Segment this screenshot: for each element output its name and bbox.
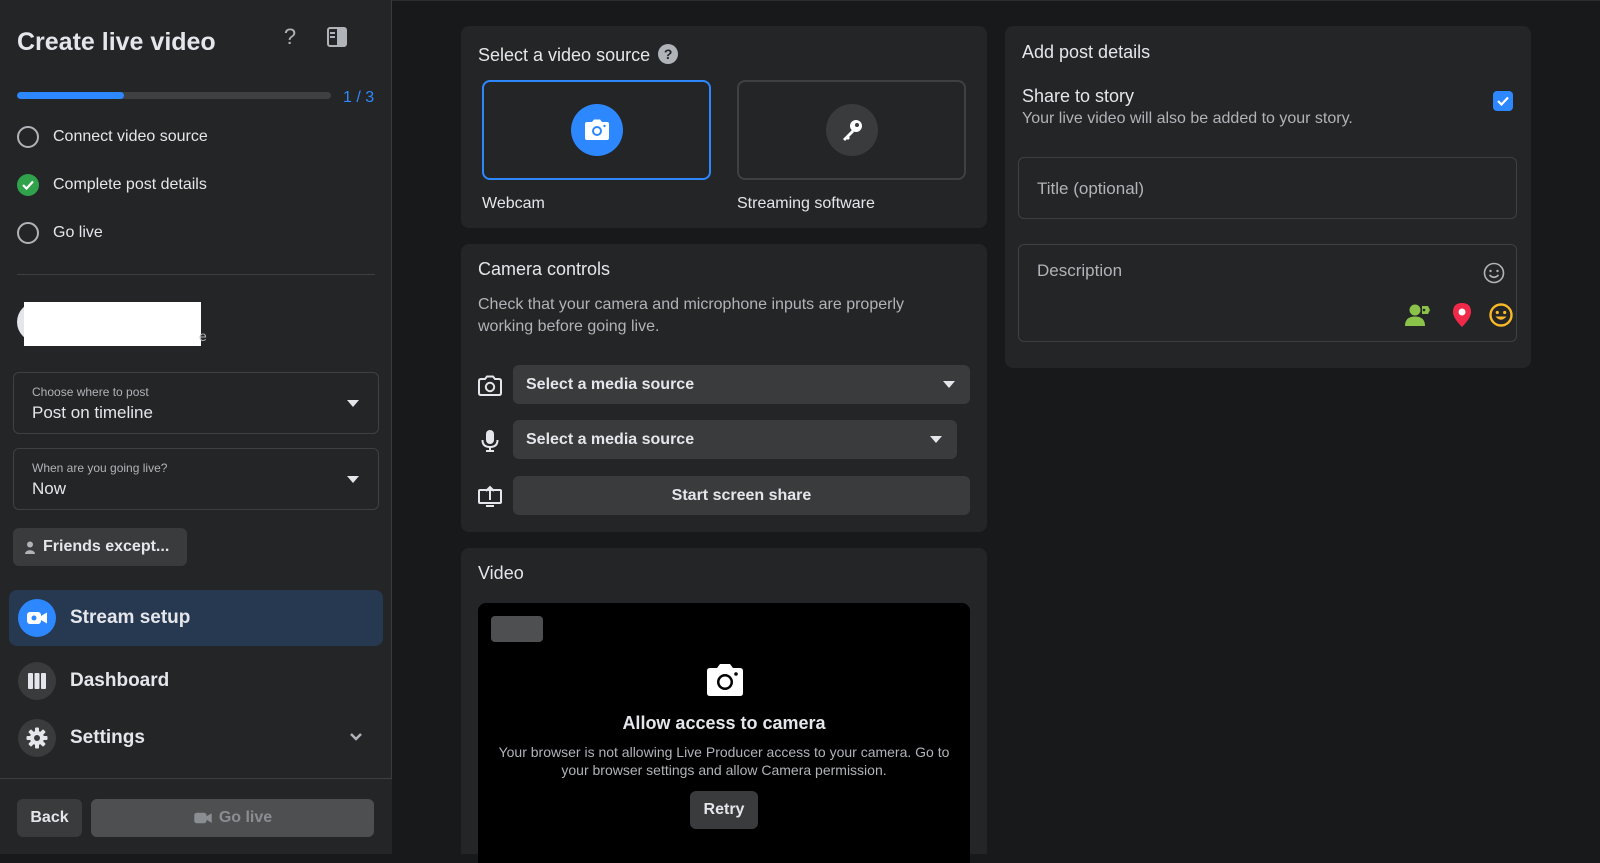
- dropdown-caret-icon: [347, 400, 359, 407]
- camera-icon: [478, 375, 502, 396]
- video-status-tag: [491, 616, 543, 642]
- title-input[interactable]: Title (optional): [1018, 157, 1517, 219]
- gear-icon: [18, 719, 56, 757]
- audience-label: Friends except...: [43, 538, 170, 555]
- camera-icon: [570, 104, 623, 156]
- progress-label: 1 / 3: [343, 89, 375, 106]
- nav-label: Settings: [70, 727, 145, 748]
- dropdown-caret-icon: [347, 476, 359, 483]
- go-live-time-select[interactable]: When are you going live? Now: [13, 448, 379, 510]
- chevron-down-icon[interactable]: [349, 732, 363, 742]
- description-input[interactable]: Description: [1018, 244, 1517, 342]
- streaming-software-option[interactable]: [737, 80, 966, 180]
- camera-controls-card: Camera controls Check that your camera a…: [461, 244, 987, 532]
- video-title: Video: [478, 563, 524, 583]
- profile-text-fragment: e: [199, 328, 207, 344]
- post-details-title: Add post details: [1022, 42, 1151, 62]
- post-details-card: Add post details Share to story Your liv…: [1005, 26, 1531, 368]
- webcam-label: Webcam: [482, 195, 545, 212]
- dropdown-caret-icon: [930, 436, 942, 443]
- select-value: Post on timeline: [32, 403, 153, 422]
- step-incomplete-icon: [17, 222, 39, 244]
- camera-access-heading: Allow access to camera: [622, 713, 826, 733]
- step-connect-video-source[interactable]: Connect video source: [17, 126, 208, 148]
- step-go-live[interactable]: Go live: [17, 222, 103, 244]
- sidebar: Create live video ? 1 / 3 Connect video …: [0, 0, 392, 854]
- feeling-activity-icon[interactable]: [1489, 303, 1513, 327]
- divider: [17, 274, 375, 275]
- video-source-title: Select a video source: [478, 45, 651, 65]
- nav-stream-setup[interactable]: Stream setup: [9, 590, 383, 646]
- emoji-icon[interactable]: [1483, 262, 1505, 284]
- select-value: Select a media source: [526, 430, 695, 448]
- go-live-label: Go live: [218, 809, 273, 826]
- screen-share-icon: [478, 485, 502, 507]
- key-icon: [825, 104, 878, 156]
- step-label: Complete post details: [53, 176, 207, 193]
- select-value: Select a media source: [526, 375, 695, 393]
- nav-settings[interactable]: Settings: [9, 710, 383, 766]
- step-complete-post-details[interactable]: Complete post details: [17, 174, 207, 196]
- video-source-card: Select a video source? Webcam Streaming …: [461, 26, 987, 228]
- camera-icon: [707, 664, 743, 696]
- webcam-option[interactable]: [482, 80, 711, 180]
- select-label: Choose where to post: [32, 385, 149, 399]
- microphone-icon: [481, 430, 499, 452]
- title-placeholder: Title (optional): [1037, 179, 1145, 198]
- go-live-button[interactable]: Go live: [91, 799, 374, 837]
- dropdown-caret-icon: [943, 381, 955, 388]
- tag-people-icon[interactable]: [1405, 303, 1431, 327]
- back-button[interactable]: Back: [17, 799, 82, 837]
- video-preview: Allow access to camera Your browser is n…: [478, 603, 970, 863]
- video-camera-icon: [18, 599, 56, 637]
- help-icon[interactable]: ?: [279, 24, 301, 50]
- step-label: Go live: [53, 224, 103, 241]
- post-destination-select[interactable]: Choose where to post Post on timeline: [13, 372, 379, 434]
- share-to-story-checkbox[interactable]: [1493, 91, 1513, 111]
- person-icon: [25, 541, 35, 554]
- share-to-story-title: Share to story: [1022, 86, 1135, 106]
- step-label: Connect video source: [53, 128, 208, 145]
- camera-controls-title: Camera controls: [478, 259, 611, 279]
- retry-button[interactable]: Retry: [690, 791, 758, 829]
- audience-button[interactable]: Friends except...: [13, 528, 187, 566]
- step-incomplete-icon: [17, 126, 39, 148]
- select-value: Now: [32, 479, 67, 498]
- nav-dashboard[interactable]: Dashboard: [9, 653, 383, 709]
- location-pin-icon[interactable]: [1452, 302, 1472, 328]
- card-title: Select a video source?: [478, 44, 679, 66]
- start-screen-share-button[interactable]: Start screen share: [513, 476, 970, 515]
- sidebar-footer: Back Go live: [0, 778, 392, 854]
- dashboard-icon: [18, 662, 56, 700]
- redacted-profile-name: [24, 302, 201, 346]
- help-icon[interactable]: ?: [658, 44, 679, 64]
- nav-label: Dashboard: [70, 670, 170, 691]
- select-label: When are you going live?: [32, 461, 168, 475]
- video-camera-icon: [194, 812, 212, 824]
- video-card: Video Allow access to camera Your browse…: [461, 548, 987, 863]
- collapse-panel-icon[interactable]: [326, 26, 348, 48]
- camera-access-message: Your browser is not allowing Live Produc…: [498, 744, 950, 778]
- camera-controls-description: Check that your camera and microphone in…: [478, 296, 904, 335]
- progress-fill: [17, 92, 124, 99]
- streaming-software-label: Streaming software: [737, 195, 875, 212]
- camera-source-select[interactable]: Select a media source: [513, 365, 970, 404]
- checkmark-icon: [17, 174, 39, 196]
- top-border: [392, 0, 1600, 1]
- page-title: Create live video: [17, 28, 216, 56]
- share-to-story-description: Your live video will also be added to yo…: [1022, 110, 1353, 127]
- description-placeholder: Description: [1037, 261, 1123, 280]
- nav-label: Stream setup: [70, 607, 191, 628]
- progress-bar: [17, 92, 331, 99]
- microphone-source-select[interactable]: Select a media source: [513, 420, 957, 459]
